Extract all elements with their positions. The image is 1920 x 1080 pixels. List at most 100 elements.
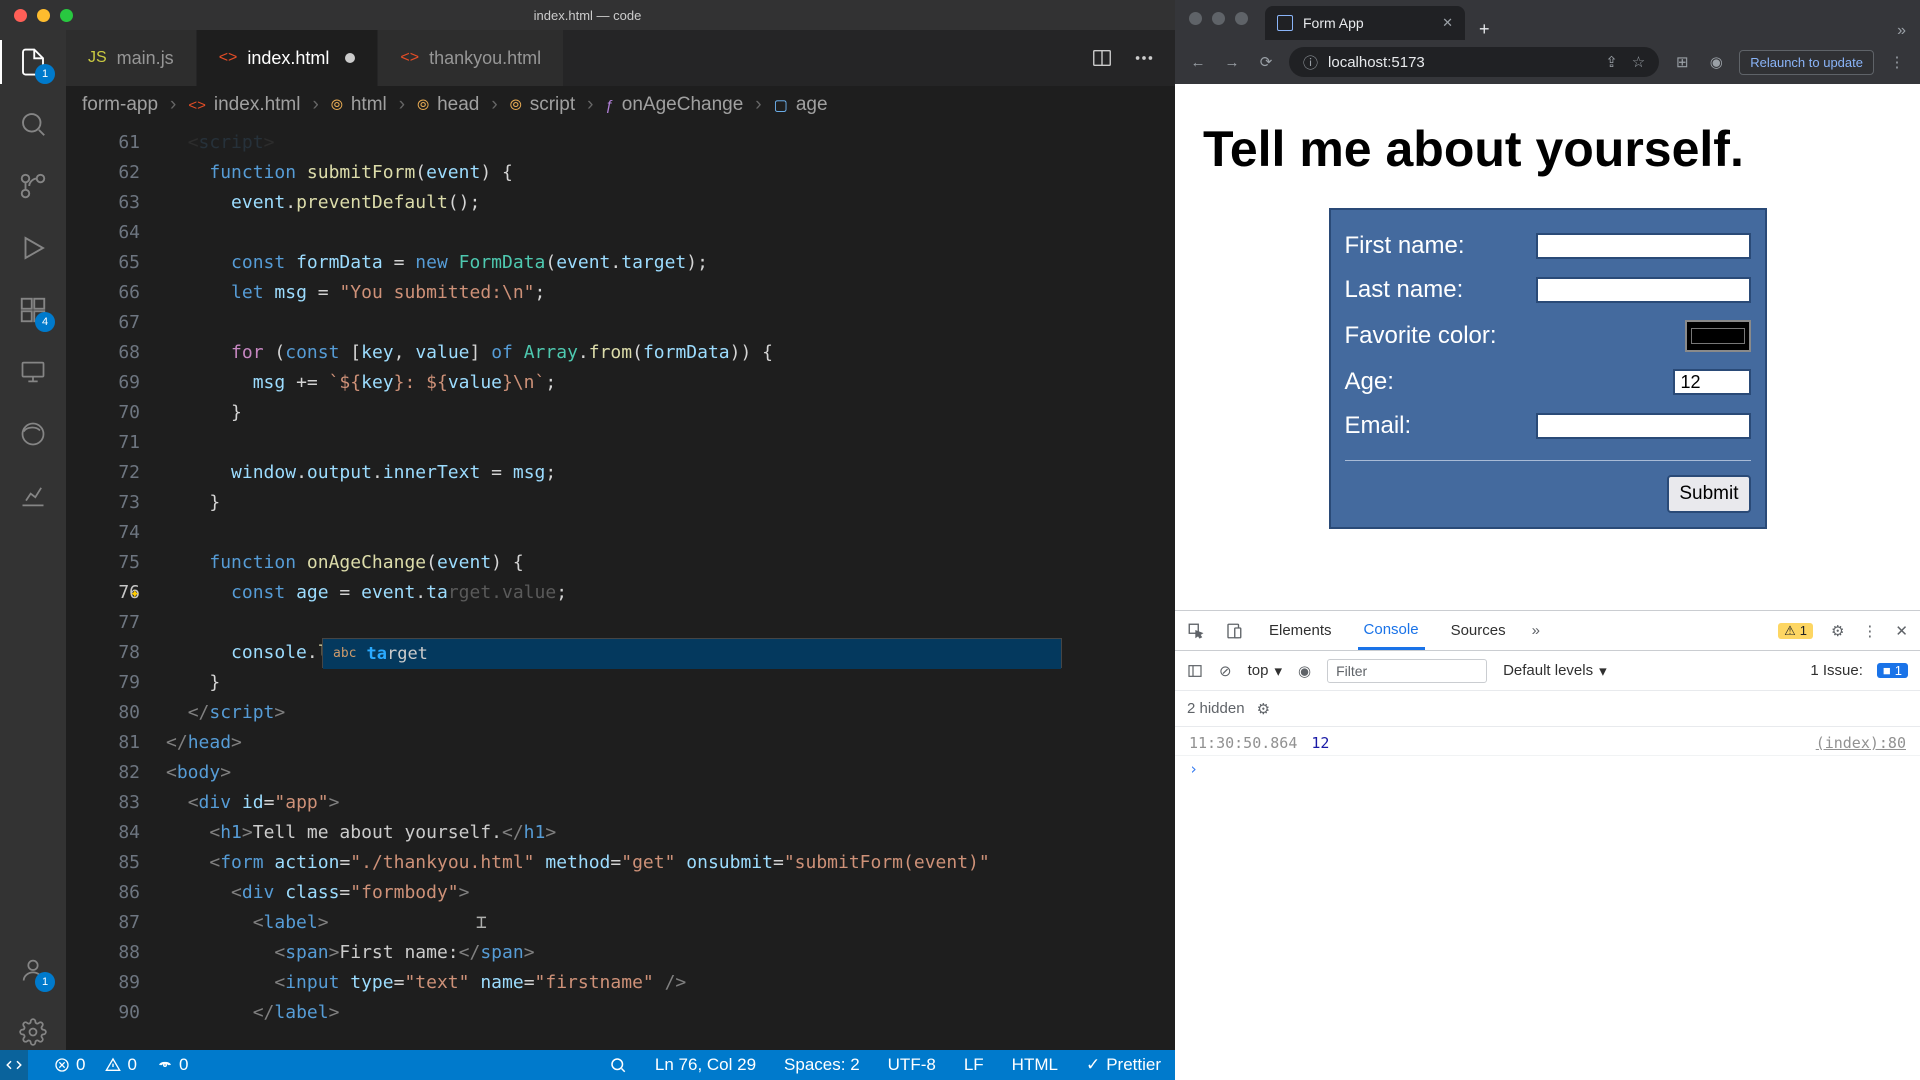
search-icon[interactable] bbox=[15, 106, 51, 142]
filter-input[interactable]: Filter bbox=[1327, 659, 1487, 683]
email-label: Email: bbox=[1345, 412, 1412, 440]
new-tab-button[interactable]: + bbox=[1465, 19, 1504, 40]
url-text: localhost:5173 bbox=[1328, 54, 1425, 71]
log-timestamp: 11:30:50.864 bbox=[1189, 734, 1297, 752]
text-cursor-icon: ⌶ bbox=[476, 908, 487, 938]
extensions-icon[interactable]: 4 bbox=[15, 292, 51, 328]
chart-icon[interactable] bbox=[15, 478, 51, 514]
autocomplete-popup[interactable]: abctarget bbox=[322, 638, 1062, 668]
favicon-icon bbox=[1277, 15, 1293, 31]
account-badge: 1 bbox=[35, 972, 55, 992]
site-info-icon[interactable]: ⓘ bbox=[1303, 52, 1318, 73]
devtools-tabs: Elements Console Sources » ⚠ 1 ⚙ ⋮ ✕ bbox=[1175, 611, 1920, 651]
extensions-puzzle-icon[interactable]: ⊞ bbox=[1671, 53, 1693, 71]
rendered-page: Tell me about yourself. First name: Last… bbox=[1175, 84, 1920, 610]
browser-tabstrip: Form App ✕ + » bbox=[1175, 0, 1920, 40]
devtools-settings-icon[interactable]: ⚙ bbox=[1831, 622, 1844, 640]
tab-thankyou-html[interactable]: <> thankyou.html bbox=[378, 30, 564, 86]
fullscreen-window-icon[interactable] bbox=[60, 9, 73, 22]
status-eol[interactable]: LF bbox=[964, 1055, 984, 1075]
log-row[interactable]: 11:30:50.864 12 (index):80 bbox=[1175, 731, 1920, 756]
bookmark-icon[interactable]: ☆ bbox=[1632, 53, 1645, 71]
back-icon[interactable]: ← bbox=[1187, 54, 1209, 71]
firstname-input[interactable] bbox=[1536, 233, 1751, 259]
fullscreen-window-icon[interactable] bbox=[1235, 12, 1248, 25]
account-icon[interactable]: 1 bbox=[15, 952, 51, 988]
clear-console-icon[interactable]: ⊘ bbox=[1219, 662, 1232, 680]
zoom-icon[interactable] bbox=[609, 1056, 627, 1074]
status-lang[interactable]: HTML bbox=[1012, 1055, 1058, 1075]
address-bar[interactable]: ⓘ localhost:5173 ⇪ ☆ bbox=[1289, 47, 1659, 77]
close-tab-icon[interactable]: ✕ bbox=[1442, 15, 1453, 31]
remote-indicator-icon[interactable] bbox=[0, 1050, 28, 1080]
inspect-icon[interactable] bbox=[1187, 622, 1205, 640]
expand-tabs-icon[interactable]: » bbox=[1897, 22, 1920, 40]
age-input[interactable] bbox=[1673, 369, 1751, 395]
status-spaces[interactable]: Spaces: 2 bbox=[784, 1055, 860, 1075]
tab-index-html[interactable]: <> index.html bbox=[197, 30, 379, 86]
device-toggle-icon[interactable] bbox=[1225, 622, 1243, 640]
status-formatter[interactable]: ✓ Prettier bbox=[1086, 1055, 1161, 1075]
row-email: Email: bbox=[1345, 404, 1751, 448]
tab-main-js[interactable]: JS main.js bbox=[66, 30, 197, 86]
issue-badge[interactable]: ■ 1 bbox=[1877, 663, 1908, 678]
update-button[interactable]: Relaunch to update bbox=[1739, 50, 1874, 75]
live-expression-icon[interactable]: ◉ bbox=[1298, 662, 1311, 680]
menu-icon[interactable]: ⋮ bbox=[1886, 53, 1908, 71]
js-file-icon: JS bbox=[88, 49, 107, 67]
page-heading: Tell me about yourself. bbox=[1203, 120, 1892, 178]
reload-icon[interactable]: ⟳ bbox=[1255, 53, 1277, 71]
console-settings-icon[interactable]: ⚙ bbox=[1257, 700, 1270, 718]
line-gutter: 6162636465666768697071727374757677787980… bbox=[66, 124, 166, 1050]
row-age: Age: bbox=[1345, 360, 1751, 404]
console-sidebar-icon[interactable] bbox=[1187, 663, 1203, 679]
tab-elements[interactable]: Elements bbox=[1263, 611, 1338, 650]
age-label: Age: bbox=[1345, 368, 1394, 396]
code-content[interactable]: <script> function submitForm(event) { ev… bbox=[166, 124, 1175, 1050]
remote-icon[interactable] bbox=[15, 354, 51, 390]
status-cursor[interactable]: Ln 76, Col 29 bbox=[655, 1055, 756, 1075]
source-control-icon[interactable] bbox=[15, 168, 51, 204]
close-window-icon[interactable] bbox=[14, 9, 27, 22]
crumb-html: ⦾html bbox=[331, 94, 387, 116]
status-ports[interactable]: 0 bbox=[157, 1055, 188, 1075]
tab-console[interactable]: Console bbox=[1358, 611, 1425, 650]
browser-tab[interactable]: Form App ✕ bbox=[1265, 6, 1465, 40]
minimize-window-icon[interactable] bbox=[37, 9, 50, 22]
settings-gear-icon[interactable] bbox=[15, 1014, 51, 1050]
console-subbar: 2 hidden ⚙ bbox=[1175, 691, 1920, 727]
close-window-icon[interactable] bbox=[1189, 12, 1202, 25]
browser-toolbar: ← → ⟳ ⓘ localhost:5173 ⇪ ☆ ⊞ ◉ Relaunch … bbox=[1175, 40, 1920, 84]
console-prompt[interactable]: › bbox=[1175, 756, 1920, 782]
more-tabs-icon[interactable]: » bbox=[1532, 622, 1540, 639]
breadcrumb[interactable]: form-app › <>index.html › ⦾html › ⦾head … bbox=[66, 86, 1175, 124]
code-editor[interactable]: 6162636465666768697071727374757677787980… bbox=[66, 124, 1175, 1050]
submit-button[interactable]: Submit bbox=[1667, 475, 1750, 513]
context-select[interactable]: top ▾ bbox=[1248, 662, 1282, 680]
explorer-icon[interactable]: 1 bbox=[15, 44, 51, 80]
email-input[interactable] bbox=[1536, 413, 1751, 439]
minimize-window-icon[interactable] bbox=[1212, 12, 1225, 25]
log-source[interactable]: (index):80 bbox=[1816, 734, 1906, 752]
status-warnings[interactable]: 0 bbox=[105, 1055, 136, 1075]
crumb-var: ▢age bbox=[774, 94, 828, 116]
run-debug-icon[interactable] bbox=[15, 230, 51, 266]
devtools-menu-icon[interactable]: ⋮ bbox=[1862, 622, 1877, 640]
tab-sources[interactable]: Sources bbox=[1445, 611, 1512, 650]
crumb-head: ⦾head bbox=[417, 94, 479, 116]
profile-icon[interactable]: ◉ bbox=[1705, 53, 1727, 71]
levels-select[interactable]: Default levels ▾ bbox=[1503, 662, 1607, 680]
lastname-input[interactable] bbox=[1536, 277, 1751, 303]
devtools-close-icon[interactable]: ✕ bbox=[1895, 622, 1908, 640]
more-actions-icon[interactable] bbox=[1133, 47, 1155, 69]
edge-icon[interactable] bbox=[15, 416, 51, 452]
status-encoding[interactable]: UTF-8 bbox=[888, 1055, 936, 1075]
warning-badge[interactable]: ⚠ 1 bbox=[1778, 623, 1813, 639]
status-errors[interactable]: 0 bbox=[54, 1055, 85, 1075]
modified-indicator-icon bbox=[345, 53, 355, 63]
color-input[interactable] bbox=[1685, 320, 1751, 352]
color-label: Favorite color: bbox=[1345, 322, 1497, 350]
split-editor-icon[interactable] bbox=[1091, 47, 1113, 69]
share-icon[interactable]: ⇪ bbox=[1605, 53, 1618, 71]
forward-icon[interactable]: → bbox=[1221, 54, 1243, 71]
